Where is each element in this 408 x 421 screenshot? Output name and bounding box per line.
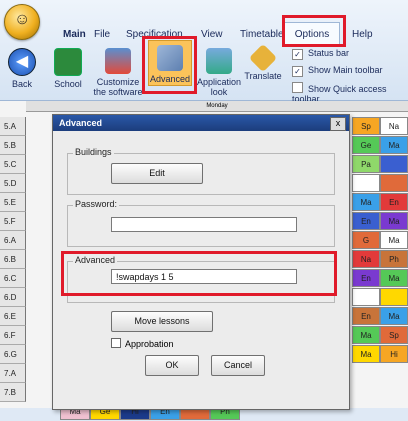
row-label: 7.A: [0, 364, 26, 383]
main-toolbar-label: Show Main toolbar: [308, 65, 383, 75]
timetable-cell[interactable]: Ma: [352, 345, 380, 363]
timetable-cell[interactable]: Pa: [352, 155, 380, 173]
approbation-checkbox[interactable]: Approbation: [111, 338, 174, 349]
row-label: 5.B: [0, 136, 26, 155]
day-header: Monday: [26, 101, 408, 112]
school-icon: [54, 48, 82, 76]
customize-icon: [105, 48, 131, 74]
timetable-cell[interactable]: Na: [352, 250, 380, 268]
tab-file[interactable]: File: [94, 29, 110, 40]
timetable-cell[interactable]: Ma: [380, 136, 408, 154]
timetable-cell[interactable]: Ge: [352, 136, 380, 154]
back-arrow-icon: ◀: [8, 48, 36, 76]
application-look-button[interactable]: Application look: [196, 48, 242, 97]
timetable-cell[interactable]: Hi: [380, 345, 408, 363]
row-label: 6.C: [0, 269, 26, 288]
school-button[interactable]: School: [49, 48, 87, 89]
row-label: 6.F: [0, 326, 26, 345]
app-menu-button[interactable]: ☺: [4, 4, 40, 40]
timetable-cell[interactable]: Na: [380, 117, 408, 135]
app-logo-icon: ☺: [14, 11, 31, 28]
timetable-cell[interactable]: [380, 288, 408, 306]
customize-label: Customize the software: [93, 77, 143, 97]
ribbon: ☺ Main File Specification View Timetable…: [0, 0, 408, 104]
highlight-options-tab: [282, 15, 346, 47]
back-button[interactable]: ◀ Back: [4, 48, 40, 89]
row-label: 6.A: [0, 231, 26, 250]
application-look-label: Application look: [196, 77, 242, 97]
timetable-cell[interactable]: Sp: [352, 117, 380, 135]
translate-button[interactable]: Translate: [242, 43, 284, 81]
timetable-cell[interactable]: En: [380, 193, 408, 211]
timetable-cell[interactable]: Sp: [380, 326, 408, 344]
timetable-cell[interactable]: Ph: [380, 250, 408, 268]
password-label: Password:: [73, 199, 120, 209]
checkmark-icon: ✓: [292, 66, 303, 77]
timetable-cell[interactable]: [352, 174, 380, 192]
timetable-cell[interactable]: Ma: [380, 212, 408, 230]
tab-timetable[interactable]: Timetable: [240, 29, 284, 40]
row-label: 5.F: [0, 212, 26, 231]
tab-view[interactable]: View: [201, 29, 223, 40]
back-label: Back: [11, 79, 32, 89]
tab-help[interactable]: Help: [352, 29, 373, 40]
timetable-cell[interactable]: G: [352, 231, 380, 249]
row-label: 6.D: [0, 288, 26, 307]
timetable-cell[interactable]: En: [352, 307, 380, 325]
dialog-title: Advanced: [53, 115, 349, 131]
status-bar-checkbox[interactable]: ✓ Status bar: [292, 48, 349, 60]
password-input[interactable]: [111, 217, 297, 232]
customize-button[interactable]: Customize the software: [90, 48, 146, 97]
timetable-cell[interactable]: Ma: [352, 326, 380, 344]
row-label: 5.A: [0, 117, 26, 136]
ok-button[interactable]: OK: [145, 355, 199, 376]
buildings-label: Buildings: [73, 147, 114, 157]
advanced-dialog: Advanced x Buildings Edit Password: Adva…: [52, 114, 350, 410]
unchecked-box-icon: [292, 82, 303, 93]
move-lessons-button[interactable]: Move lessons: [111, 311, 213, 332]
timetable-cell[interactable]: [352, 288, 380, 306]
row-label: 5.E: [0, 193, 26, 212]
main-toolbar-checkbox[interactable]: ✓ Show Main toolbar: [292, 65, 383, 77]
timetable-cell[interactable]: En: [352, 212, 380, 230]
row-label: 5.C: [0, 155, 26, 174]
palette-icon: [206, 48, 232, 74]
translate-label: Translate: [244, 71, 282, 81]
row-label: 6.E: [0, 307, 26, 326]
tab-main[interactable]: Main: [63, 29, 86, 40]
timetable-cell[interactable]: En: [352, 269, 380, 287]
row-label: 6.B: [0, 250, 26, 269]
translate-icon: [248, 43, 278, 73]
cancel-button[interactable]: Cancel: [211, 355, 265, 376]
row-label: 7.B: [0, 383, 26, 402]
approbation-label: Approbation: [125, 339, 174, 349]
timetable-cell[interactable]: Ma: [352, 193, 380, 211]
timetable-cell[interactable]: [380, 174, 408, 192]
highlight-advanced-button: [142, 36, 197, 94]
close-icon[interactable]: x: [330, 117, 346, 131]
timetable-cell[interactable]: Ma: [380, 307, 408, 325]
timetable-cell[interactable]: Ma: [380, 231, 408, 249]
school-label: School: [54, 79, 82, 89]
timetable-cell[interactable]: [380, 155, 408, 173]
timetable-cell[interactable]: Ma: [380, 269, 408, 287]
checkmark-icon: ✓: [292, 49, 303, 60]
unchecked-box-icon: [111, 338, 121, 348]
status-bar-label: Status bar: [308, 48, 350, 58]
highlight-advanced-group: [61, 251, 337, 296]
row-label: 5.D: [0, 174, 26, 193]
edit-button[interactable]: Edit: [111, 163, 203, 184]
row-label: 6.G: [0, 345, 26, 364]
